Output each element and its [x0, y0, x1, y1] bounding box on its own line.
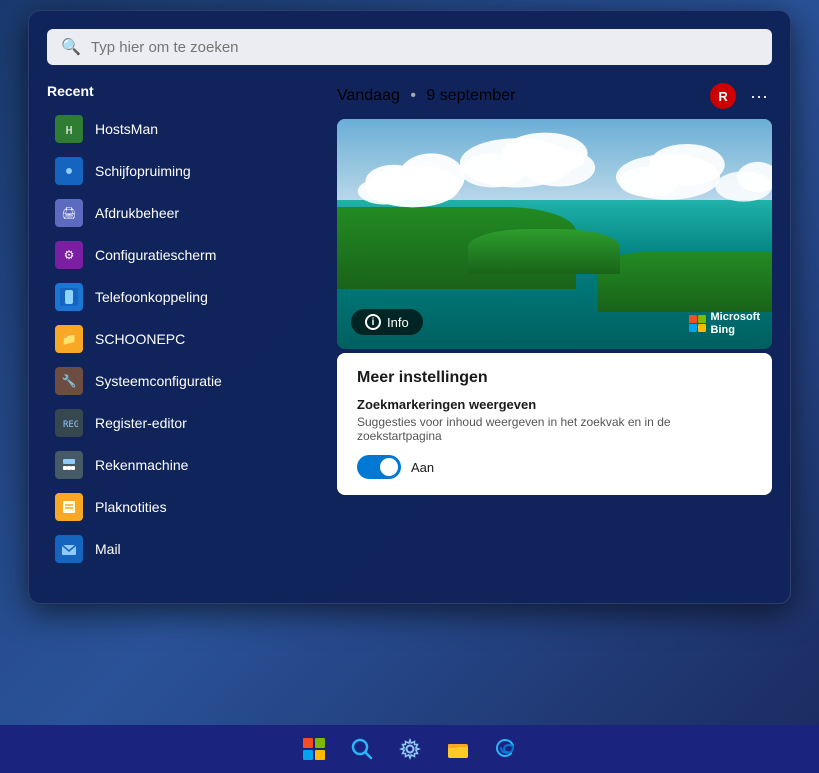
right-section: Vandaag • 9 september R ···	[337, 83, 772, 569]
bing-logo: MicrosoftBing	[689, 311, 761, 337]
list-item[interactable]: Rekenmachine	[47, 445, 317, 485]
taskbar	[0, 725, 819, 773]
date-info: Vandaag • 9 september	[337, 87, 515, 105]
wallpaper-image: i Info MicrosoftBing	[337, 119, 772, 349]
taskbar-search-icon	[351, 738, 373, 760]
user-avatar: R	[710, 83, 736, 109]
search-bar[interactable]: 🔍	[47, 29, 772, 65]
info-icon: i	[365, 314, 381, 330]
desktop: 🔍 Recent H HostsMan	[0, 0, 819, 773]
toggle-switch[interactable]	[357, 455, 401, 479]
ms-green	[698, 315, 706, 323]
date-header: Vandaag • 9 september R ···	[337, 83, 772, 109]
win-sq-green	[315, 738, 325, 748]
search-icon: 🔍	[61, 37, 81, 57]
info-label: Info	[387, 315, 409, 330]
zoek-desc: Suggesties voor inhoud weergeven in het …	[357, 415, 752, 443]
telefoon-icon	[55, 283, 83, 311]
date-right: R ···	[710, 83, 772, 109]
list-item[interactable]: Plaknotities	[47, 487, 317, 527]
rekenmachine-icon	[55, 451, 83, 479]
svg-text:H: H	[66, 124, 73, 137]
list-item[interactable]: Telefoonkoppeling	[47, 277, 317, 317]
taskbar-settings-button[interactable]	[388, 727, 432, 771]
taskbar-edge-icon	[495, 738, 517, 760]
hostsman-icon: H	[55, 115, 83, 143]
meer-title: Meer instellingen	[357, 369, 752, 387]
meer-instellingen-card: Meer instellingen Zoekmarkeringen weerge…	[337, 353, 772, 495]
list-item[interactable]: 📁 SCHOONEPC	[47, 319, 317, 359]
app-name: Mail	[95, 541, 121, 557]
list-item[interactable]: H HostsMan	[47, 109, 317, 149]
toggle-label: Aan	[411, 460, 434, 475]
ms-yellow	[698, 324, 706, 332]
plaknotities-icon	[55, 493, 83, 521]
list-item[interactable]: ⚙ Configuratiescherm	[47, 235, 317, 275]
start-menu: 🔍 Recent H HostsMan	[28, 10, 791, 604]
list-item[interactable]: Schijfopruiming	[47, 151, 317, 191]
windows-logo	[303, 738, 325, 760]
list-item[interactable]: REG Register-editor	[47, 403, 317, 443]
start-button[interactable]	[292, 727, 336, 771]
taskbar-explorer-icon	[447, 738, 469, 760]
recent-section: Recent H HostsMan Schijfopruiming	[47, 83, 317, 569]
schijf-icon	[55, 157, 83, 185]
app-name: Systeemconfiguratie	[95, 373, 222, 389]
app-name: Register-editor	[95, 415, 187, 431]
schoonepc-icon: 📁	[55, 325, 83, 353]
ms-red	[689, 315, 697, 323]
win-sq-yellow	[315, 750, 325, 760]
bing-text: MicrosoftBing	[711, 311, 761, 337]
win-sq-blue	[303, 750, 313, 760]
clouds-svg	[337, 131, 772, 218]
app-name: Schijfopruiming	[95, 163, 191, 179]
app-name: Afdrukbeheer	[95, 205, 179, 221]
svg-text:🔧: 🔧	[62, 373, 77, 388]
svg-text:📁: 📁	[62, 332, 77, 346]
app-name: Rekenmachine	[95, 457, 188, 473]
zoek-label: Zoekmarkeringen weergeven	[357, 397, 752, 412]
svg-text:⚙: ⚙	[64, 248, 75, 262]
app-name: Telefoonkoppeling	[95, 289, 208, 305]
app-name: SCHOONEPC	[95, 331, 185, 347]
info-button[interactable]: i Info	[351, 309, 423, 335]
toggle-row: Aan	[357, 455, 752, 479]
taskbar-search-button[interactable]	[340, 727, 384, 771]
island3	[468, 229, 620, 274]
list-item[interactable]: 🔧 Systeemconfiguratie	[47, 361, 317, 401]
microsoft-squares	[689, 315, 707, 333]
taskbar-settings-icon	[399, 738, 421, 760]
main-content: Recent H HostsMan Schijfopruiming	[47, 83, 772, 569]
app-name: Plaknotities	[95, 499, 167, 515]
date-value: 9 september	[426, 87, 515, 104]
taskbar-icons	[292, 727, 528, 771]
app-list: H HostsMan Schijfopruiming 🖨	[47, 109, 317, 569]
ms-blue	[689, 324, 697, 332]
toggle-thumb	[380, 458, 398, 476]
app-name: Configuratiescherm	[95, 247, 216, 263]
recent-label: Recent	[47, 83, 317, 99]
search-input[interactable]	[91, 39, 758, 56]
svg-text:🖨: 🖨	[61, 206, 76, 220]
island2	[598, 252, 772, 312]
svg-text:REG: REG	[63, 420, 78, 430]
more-button[interactable]: ···	[746, 86, 772, 107]
config-icon: ⚙	[55, 241, 83, 269]
register-icon: REG	[55, 409, 83, 437]
taskbar-explorer-button[interactable]	[436, 727, 480, 771]
app-name: HostsMan	[95, 121, 158, 137]
vandaag-label: Vandaag	[337, 87, 400, 104]
taskbar-edge-button[interactable]	[484, 727, 528, 771]
systeem-icon: 🔧	[55, 367, 83, 395]
mail-icon	[55, 535, 83, 563]
afdruk-icon: 🖨	[55, 199, 83, 227]
date-dot: •	[410, 87, 420, 104]
list-item[interactable]: Mail	[47, 529, 317, 569]
win-sq-red	[303, 738, 313, 748]
list-item[interactable]: 🖨 Afdrukbeheer	[47, 193, 317, 233]
